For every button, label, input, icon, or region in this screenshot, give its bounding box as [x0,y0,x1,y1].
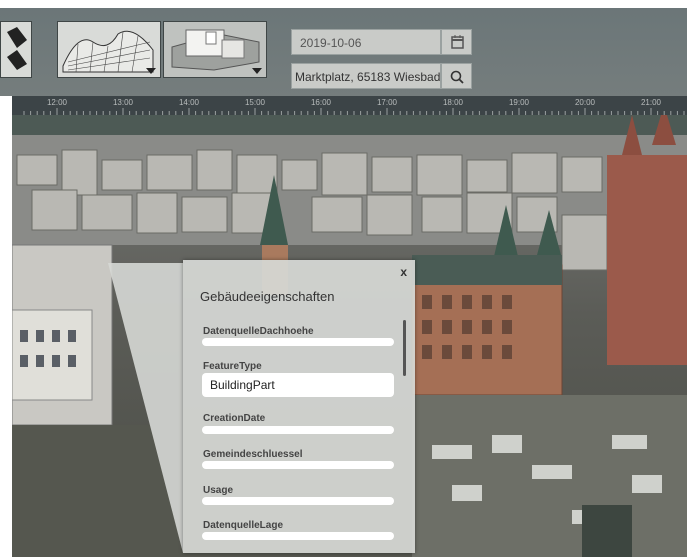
timeline-tick-label: 13:00 [112,98,134,107]
property-label: DatenquelleLage [203,520,284,531]
timeline-tick-label: 17:00 [376,98,398,107]
app-window: 2019-10-06 Marktplatz, 65183 Wiesbade 12… [0,0,687,557]
search-button[interactable] [441,63,472,89]
terrain-mode-button[interactable] [57,21,161,78]
property-value[interactable] [202,426,394,434]
panel-scrollbar[interactable] [403,320,406,376]
timeline-tick-label: 12:00 [46,98,68,107]
property-value[interactable]: BuildingPart [202,373,394,397]
calendar-icon [451,35,464,49]
address-search-input[interactable]: Marktplatz, 65183 Wiesbade [291,63,441,89]
property-label: FeatureType [203,361,262,372]
property-label: Gemeindeschluessel [203,449,303,460]
timeline-tick-label: 19:00 [508,98,530,107]
edit-tool-button[interactable] [0,21,32,78]
building-block-icon [171,29,260,71]
property-label: Usage [203,485,234,496]
timeline-tick-label: 20:00 [574,98,596,107]
terrain-mesh-icon [62,30,154,73]
timeline-tick-label: 18:00 [442,98,464,107]
timeline-tick-label: 16:00 [310,98,332,107]
property-value[interactable] [202,532,394,540]
pencil-icon [7,27,27,70]
date-input[interactable]: 2019-10-06 [291,29,441,55]
timeline-tick-label: 21:00 [640,98,662,107]
chevron-down-icon [252,68,262,74]
close-button[interactable]: x [400,265,407,279]
top-toolbar: 2019-10-06 Marktplatz, 65183 Wiesbade [0,8,687,96]
building-properties-panel: x Gebäudeeigenschaften DatenquelleDachho… [183,260,415,553]
property-value[interactable] [202,461,394,469]
panel-title: Gebäudeeigenschaften [200,289,335,304]
timeline-tick-label: 14:00 [178,98,200,107]
timeline-tick-label: 15:00 [244,98,266,107]
chevron-down-icon [146,68,156,74]
calendar-button[interactable] [441,29,472,55]
search-icon [450,70,464,84]
property-value[interactable] [202,497,394,505]
buildings-mode-button[interactable] [163,21,267,78]
property-value[interactable] [202,338,394,346]
property-label: DatenquelleDachhoehe [203,326,314,337]
time-slider[interactable]: 12:00 13:00 14:00 15:00 16:00 17:00 18:00 19:00… [12,96,687,115]
property-label: CreationDate [203,413,266,424]
